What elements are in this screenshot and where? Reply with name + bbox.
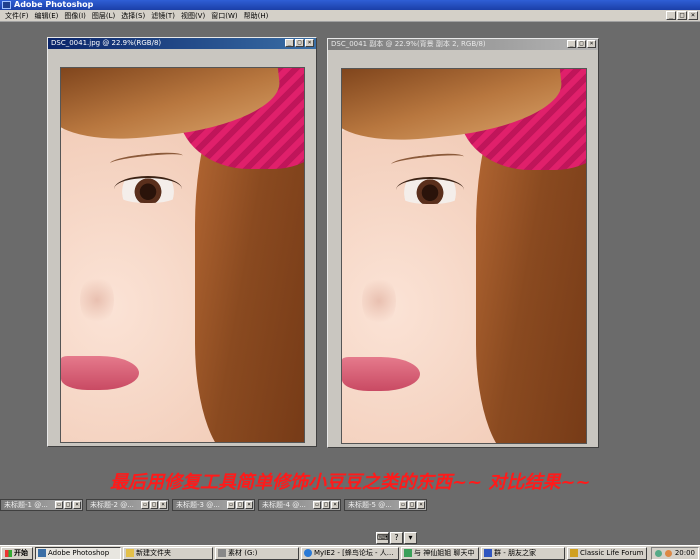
chevron-down-icon[interactable]: ▾ [404, 532, 417, 544]
clock[interactable]: 20:00 [675, 549, 695, 557]
minimized-doc[interactable]: 未标题-3 @... ▭ □ × [172, 499, 255, 511]
task-group[interactable]: 群 - 朋友之家 [481, 546, 565, 560]
close-button[interactable]: × [73, 501, 81, 509]
task-chat[interactable]: 与 神仙姐姐 聊天中 [401, 546, 479, 560]
task-label: 素材 (G:) [228, 548, 258, 557]
doc-minimize-button[interactable]: _ [285, 39, 294, 47]
restore-button[interactable]: ▭ [141, 501, 149, 509]
windows-logo-icon [5, 549, 12, 557]
document-window-copy[interactable]: DSC_0041 副本 @ 22.9%(背景 副本 2, RGB/8) _ □ … [327, 38, 599, 448]
system-tray: 20:00 [650, 546, 699, 560]
folder-icon [126, 549, 134, 557]
start-button[interactable]: 开始 [1, 546, 33, 560]
minimized-doc[interactable]: 未标题-5 @... ▭ □ × [344, 499, 427, 511]
restore-button[interactable]: ▭ [399, 501, 407, 509]
minimized-doc-title: 未标题-5 @... [348, 501, 392, 509]
menu-filter[interactable]: 滤镜(T) [148, 10, 178, 22]
minimized-doc-title: 未标题-1 @... [4, 501, 48, 509]
task-label: Adobe Photoshop [48, 548, 110, 557]
menu-edit[interactable]: 编辑(E) [32, 10, 62, 22]
app-titlebar: Adobe Photoshop [0, 0, 700, 10]
photoshop-icon [38, 549, 46, 557]
maximize-button[interactable]: □ [322, 501, 330, 509]
start-label: 开始 [14, 548, 28, 557]
close-button[interactable]: × [331, 501, 339, 509]
task-forum[interactable]: Classic Life Forum - 『人... [567, 546, 647, 560]
doc-close-button[interactable]: × [587, 40, 596, 48]
minimized-documents: 未标题-1 @... ▭ □ × 未标题-2 @... ▭ □ × 未标题-3 @...… [0, 499, 427, 511]
network-icon[interactable] [654, 549, 662, 557]
doc-maximize-button[interactable]: □ [295, 39, 304, 47]
app-title: Adobe Photoshop [14, 0, 94, 9]
app-restore-button[interactable]: □ [677, 11, 687, 20]
task-new-folder[interactable]: 新建文件夹 [123, 546, 213, 560]
volume-icon[interactable] [664, 549, 672, 557]
task-label: 群 - 朋友之家 [494, 548, 536, 557]
menu-select[interactable]: 选择(S) [118, 10, 148, 22]
doc-maximize-button[interactable]: □ [577, 40, 586, 48]
doc-close-button[interactable]: × [305, 39, 314, 47]
restore-button[interactable]: ▭ [227, 501, 235, 509]
photoshop-app-icon [2, 1, 11, 9]
document-title[interactable]: DSC_0041 副本 @ 22.9%(背景 副本 2, RGB/8) [328, 39, 598, 50]
minimized-doc[interactable]: 未标题-4 @... ▭ □ × [258, 499, 341, 511]
maximize-button[interactable]: □ [64, 501, 72, 509]
restore-button[interactable]: ▭ [313, 501, 321, 509]
browser-icon [304, 549, 312, 557]
keyboard-icon[interactable]: ⌨ [376, 532, 389, 544]
maximize-button[interactable]: □ [408, 501, 416, 509]
document-title[interactable]: DSC_0041.jpg @ 22.9%(RGB/8) [48, 38, 316, 49]
menu-help[interactable]: 帮助(H) [241, 10, 272, 22]
tool-tray: ⌨ ? ▾ [376, 532, 417, 544]
portrait-photo [61, 68, 304, 442]
menu-bar: 文件(F) 编辑(E) 图像(I) 图层(L) 选择(S) 滤镜(T) 视图(V… [0, 10, 700, 22]
portrait-photo-retouched [342, 69, 586, 443]
minimized-doc[interactable]: 未标题-2 @... ▭ □ × [86, 499, 169, 511]
forum-icon [570, 549, 578, 557]
minimized-doc-title: 未标题-4 @... [262, 501, 306, 509]
app-minimize-button[interactable]: _ [666, 11, 676, 20]
task-drive-g[interactable]: 素材 (G:) [215, 546, 299, 560]
chat-icon [404, 549, 412, 557]
menu-window[interactable]: 窗口(W) [208, 10, 240, 22]
taskbar: 开始 Adobe Photoshop 新建文件夹 素材 (G:) MyIE2 -… [0, 545, 700, 560]
document-window-original[interactable]: DSC_0041.jpg @ 22.9%(RGB/8) _ □ × [47, 37, 317, 447]
menu-layer[interactable]: 图层(L) [89, 10, 118, 22]
maximize-button[interactable]: □ [236, 501, 244, 509]
drive-icon [218, 549, 226, 557]
minimized-doc-title: 未标题-2 @... [90, 501, 134, 509]
doc-minimize-button[interactable]: _ [567, 40, 576, 48]
task-label: MyIE2 - [蜂鸟论坛 - 人... [314, 548, 394, 557]
app-close-button[interactable]: × [688, 11, 698, 20]
restore-button[interactable]: ▭ [55, 501, 63, 509]
document-canvas[interactable] [341, 68, 587, 444]
help-icon[interactable]: ? [390, 532, 403, 544]
menu-image[interactable]: 图像(I) [61, 10, 89, 22]
minimized-doc-title: 未标题-3 @... [176, 501, 220, 509]
maximize-button[interactable]: □ [150, 501, 158, 509]
task-label: 新建文件夹 [136, 548, 171, 557]
task-label: Classic Life Forum - 『人... [580, 548, 646, 557]
task-label: 与 神仙姐姐 聊天中 [414, 548, 475, 557]
menu-file[interactable]: 文件(F) [2, 10, 32, 22]
group-chat-icon [484, 549, 492, 557]
close-button[interactable]: × [245, 501, 253, 509]
comparison-caption: 最后用修复工具简单修饰小豆豆之类的东西~~ 对比结果~~ [110, 472, 591, 493]
task-photoshop[interactable]: Adobe Photoshop [35, 546, 121, 560]
document-canvas[interactable] [60, 67, 305, 443]
close-button[interactable]: × [159, 501, 167, 509]
menu-view[interactable]: 视图(V) [178, 10, 208, 22]
minimized-doc[interactable]: 未标题-1 @... ▭ □ × [0, 499, 83, 511]
task-myie2[interactable]: MyIE2 - [蜂鸟论坛 - 人... [301, 546, 399, 560]
close-button[interactable]: × [417, 501, 425, 509]
